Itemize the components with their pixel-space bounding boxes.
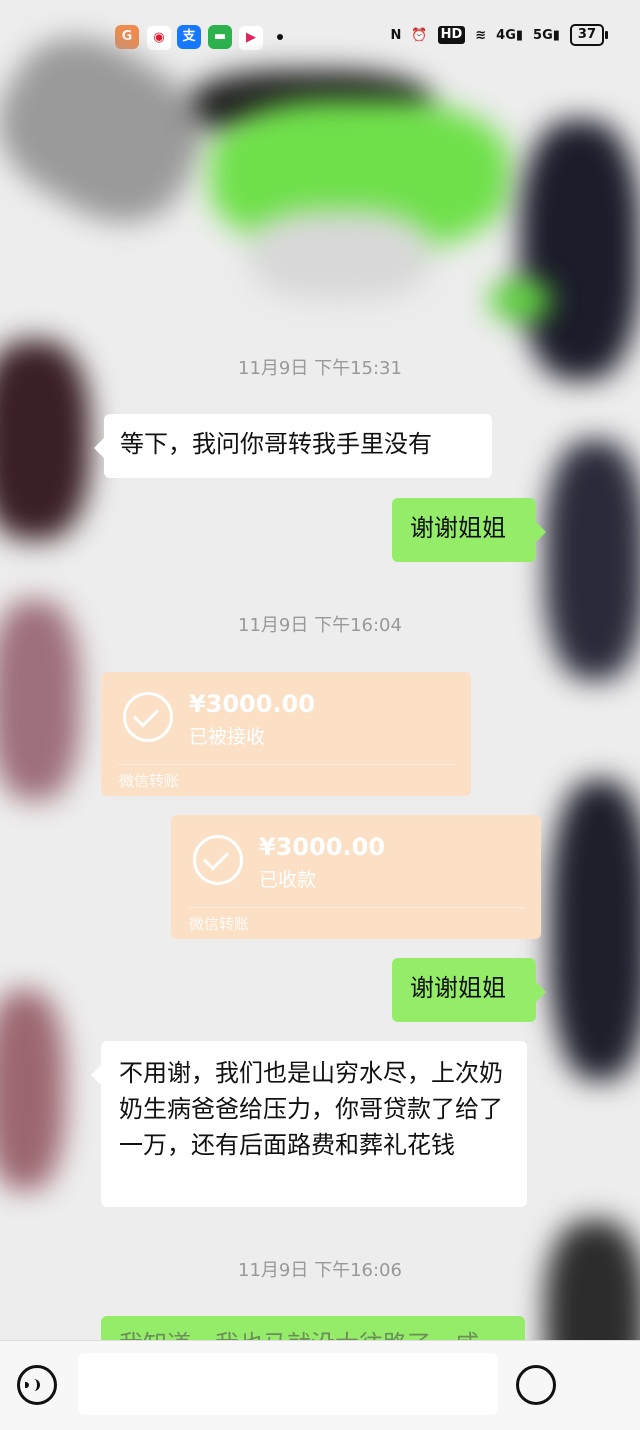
redacted-header-image	[0, 10, 640, 380]
message-bubble-received[interactable]: 等下，我问你哥转我手里没有	[94, 414, 492, 478]
message-bubble-sent[interactable]: 谢谢姐姐	[392, 958, 546, 1022]
signal-4g-icon: 4G ▮	[496, 27, 524, 43]
transfer-amount: ¥3000.00	[189, 690, 316, 718]
message-bubble-sent[interactable]: 谢谢姐姐	[392, 498, 546, 562]
messages-icon: ▬	[208, 25, 232, 49]
transfer-status: 已被接收	[189, 726, 266, 748]
chat-input-bar	[0, 1340, 640, 1430]
weibo-icon: ◉	[146, 25, 172, 51]
signal-5g-icon: 5G ▮	[533, 27, 560, 43]
transfer-source: 微信转账	[189, 915, 250, 933]
transfer-status: 已收款	[259, 869, 317, 891]
emoji-button[interactable]	[516, 1365, 556, 1405]
message-timestamp: 11月9日 下午16:06	[238, 1260, 402, 1281]
nfc-icon: N	[390, 27, 402, 43]
battery-icon: 37	[569, 24, 609, 46]
transfer-card-received[interactable]: ¥3000.00 已被接收 微信转账	[101, 672, 471, 796]
check-circle-icon	[193, 835, 243, 885]
alipay-icon: 支	[177, 25, 201, 49]
wifi-icon: ≋	[475, 27, 487, 43]
message-timestamp: 11月9日 下午16:04	[238, 615, 402, 636]
transfer-source: 微信转账	[119, 772, 180, 790]
message-input[interactable]	[78, 1353, 498, 1415]
redacted-avatar	[550, 780, 640, 1080]
divider	[117, 764, 455, 765]
check-circle-icon	[123, 692, 173, 742]
redacted-avatar	[545, 440, 640, 680]
hd-icon: HD	[437, 26, 466, 44]
notification-app-icon: G	[115, 25, 139, 49]
transfer-card-sent[interactable]: ¥3000.00 已收款 微信转账	[171, 815, 541, 939]
message-timestamp: 11月9日 下午15:31	[238, 358, 402, 379]
video-app-icon: ▶	[238, 25, 264, 51]
divider	[187, 907, 525, 908]
more-notifications-icon	[277, 34, 283, 40]
alarm-icon: ⏰	[411, 27, 428, 43]
transfer-amount: ¥3000.00	[259, 833, 386, 861]
redacted-avatar	[0, 990, 65, 1190]
voice-input-button[interactable]	[17, 1365, 57, 1405]
message-bubble-received[interactable]: 不用谢，我们也是山穷水尽，上次奶奶生病爸爸给压力，你哥贷款了给了一万，还有后面路…	[91, 1041, 527, 1207]
